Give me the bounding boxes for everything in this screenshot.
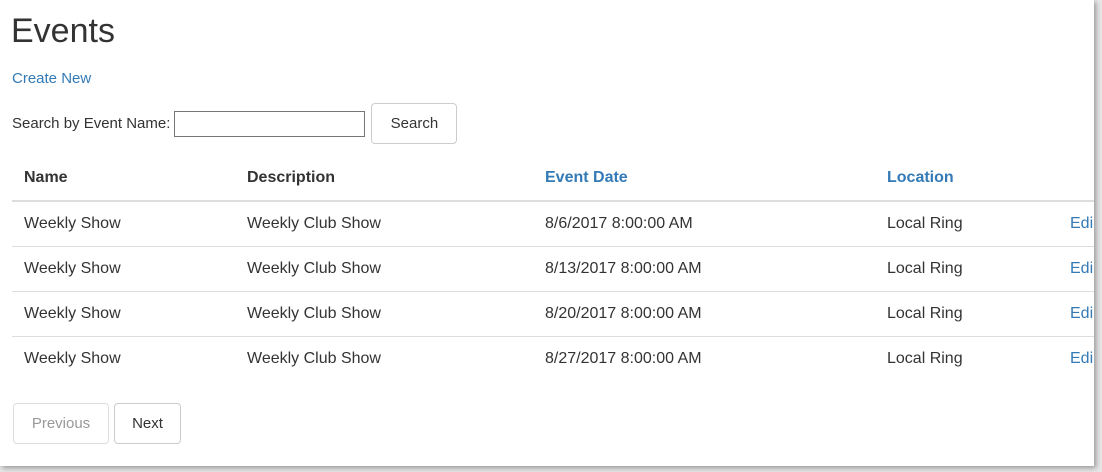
column-header-event-date[interactable]: Event Date: [533, 156, 875, 202]
event-description-cell: Weekly Club Show: [235, 335, 533, 381]
table-header-row: Name Description Event Date Location: [12, 156, 1094, 202]
column-header-location[interactable]: Location: [875, 156, 1058, 202]
event-name-cell: Weekly Show: [12, 335, 235, 381]
event-location-cell: Local Ring: [875, 245, 1058, 291]
event-location-cell: Local Ring: [875, 335, 1058, 381]
search-button[interactable]: Search: [371, 103, 458, 144]
edit-cell: Edi: [1058, 201, 1094, 246]
create-new-link[interactable]: Create New: [12, 70, 91, 87]
event-date-cell: 8/6/2017 8:00:00 AM: [545, 214, 693, 232]
event-location-cell: Local Ring: [875, 290, 1058, 336]
table-row: Weekly Show Weekly Club Show 8/27/2017 8…: [12, 335, 1094, 381]
previous-button[interactable]: Previous: [13, 403, 109, 444]
search-label: Search by Event Name:: [12, 115, 171, 132]
event-name-cell: Weekly Show: [12, 290, 235, 336]
event-description-cell: Weekly Club Show: [235, 290, 533, 336]
event-location-cell: Local Ring: [887, 214, 963, 232]
table-row: Weekly Show Weekly Club Show 8/20/2017 8…: [12, 290, 1094, 336]
event-date-cell: 8/13/2017 8:00:00 AM: [533, 245, 875, 291]
edit-cell: Edi: [1058, 290, 1094, 336]
edit-cell: Edi: [1058, 245, 1094, 291]
edit-link[interactable]: Edi: [1070, 305, 1093, 322]
table-row: Weekly Show Weekly Club Show 8/13/2017 8…: [12, 245, 1094, 291]
events-table: Name Description Event Date Location Wee…: [12, 156, 1094, 381]
edit-link[interactable]: Edi: [1070, 260, 1093, 277]
events-panel: Events Create New Search by Event Name: …: [0, 0, 1094, 466]
column-header-name: Name: [12, 156, 235, 202]
event-description-cell: Weekly Club Show: [235, 245, 533, 291]
search-input[interactable]: [174, 110, 366, 137]
edit-link[interactable]: Edi: [1070, 215, 1093, 232]
search-form: Search by Event Name: Search: [12, 103, 458, 144]
column-header-actions: [1058, 156, 1094, 202]
edit-link[interactable]: Edi: [1070, 350, 1093, 367]
event-description-cell: Weekly Club Show: [247, 214, 381, 232]
next-button[interactable]: Next: [114, 403, 181, 444]
edit-cell: Edi: [1058, 335, 1094, 381]
event-date-cell: 8/27/2017 8:00:00 AM: [533, 335, 875, 381]
column-header-description: Description: [235, 156, 533, 202]
table-row: Weekly Show Weekly Club Show 8/6/2017 8:…: [12, 201, 1094, 246]
page-title: Events: [11, 12, 115, 50]
event-name-cell: Weekly Show: [12, 245, 235, 291]
pagination: Previous Next: [13, 403, 181, 444]
event-date-cell: 8/20/2017 8:00:00 AM: [533, 290, 875, 336]
event-name-cell: Weekly Show: [24, 214, 121, 232]
